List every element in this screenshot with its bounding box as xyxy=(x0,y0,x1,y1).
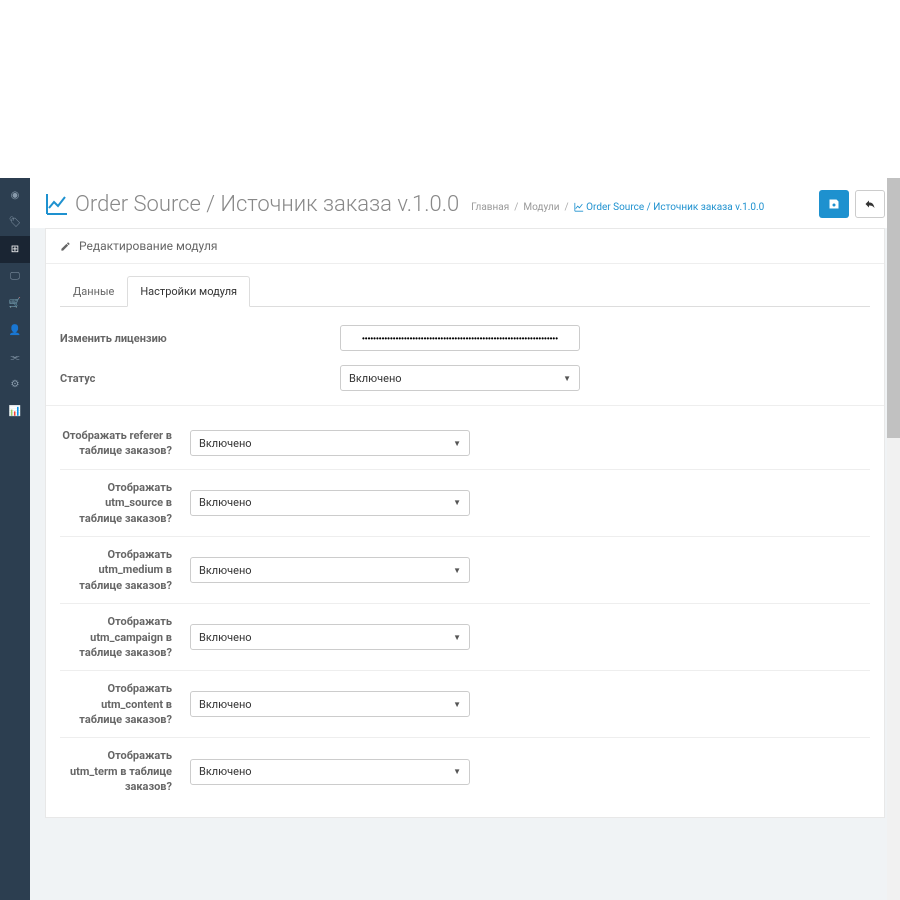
tab-settings[interactable]: Настройки модуля xyxy=(127,276,250,307)
monitor-icon: 🖵 xyxy=(10,271,20,282)
setting-label-5: Отображать utm_term в таблице заказов? xyxy=(60,748,190,794)
page-header: Order Source / Источник заказа v.1.0.0 Г… xyxy=(30,178,900,228)
gear-icon: ⚙ xyxy=(11,379,20,390)
breadcrumb-current[interactable]: Order Source / Источник заказа v.1.0.0 xyxy=(574,202,765,213)
sidebar-dashboard[interactable]: ◉ xyxy=(0,182,30,209)
sidebar-design[interactable]: 🖵 xyxy=(0,263,30,290)
cart-icon: 🛒 xyxy=(9,298,21,309)
save-icon xyxy=(828,198,840,210)
tag-icon: 🏷 xyxy=(9,217,22,228)
setting-select-0[interactable]: Включено ▼ xyxy=(190,430,470,456)
back-button[interactable] xyxy=(855,190,885,218)
setting-label-2: Отображать utm_medium в таблице заказов? xyxy=(60,547,190,593)
sidebar-system[interactable]: ⚙ xyxy=(0,371,30,398)
sidebar-marketing[interactable]: ⫘ xyxy=(0,344,30,371)
sidebar-sales[interactable]: 🛒 xyxy=(0,290,30,317)
reply-icon xyxy=(864,198,876,210)
chart-icon: 📊 xyxy=(9,406,21,417)
edit-panel: Редактирование модуля Данные Настройки м… xyxy=(45,228,885,818)
breadcrumb-home[interactable]: Главная xyxy=(471,202,509,213)
chevron-down-icon: ▼ xyxy=(453,767,461,776)
puzzle-icon: ⊞ xyxy=(11,244,19,255)
setting-label-3: Отображать utm_campaign в таблице заказо… xyxy=(60,614,190,660)
scrollbar[interactable] xyxy=(887,178,900,900)
setting-select-2[interactable]: Включено ▼ xyxy=(190,557,470,583)
page-title: Order Source / Источник заказа v.1.0.0 xyxy=(75,192,459,217)
license-input[interactable] xyxy=(340,325,580,351)
breadcrumb: Главная / Модули / Order Source / Источн… xyxy=(471,202,764,213)
setting-label-1: Отображать utm_source в таблице заказов? xyxy=(60,480,190,526)
chart-line-icon xyxy=(45,192,69,216)
user-icon: 👤 xyxy=(9,325,21,336)
setting-select-4[interactable]: Включено ▼ xyxy=(190,691,470,717)
status-select[interactable]: Включено ▼ xyxy=(340,365,580,391)
setting-label-4: Отображать utm_content в таблице заказов… xyxy=(60,681,190,727)
sidebar-customers[interactable]: 👤 xyxy=(0,317,30,344)
save-button[interactable] xyxy=(819,190,849,218)
status-label: Статус xyxy=(60,372,340,385)
sidebar: ◉ 🏷 ⊞ 🖵 🛒 👤 ⫘ ⚙ 📊 xyxy=(0,178,30,900)
chevron-down-icon: ▼ xyxy=(453,633,461,642)
chevron-down-icon: ▼ xyxy=(563,374,571,383)
chevron-down-icon: ▼ xyxy=(453,700,461,709)
chevron-down-icon: ▼ xyxy=(453,566,461,575)
setting-select-5[interactable]: Включено ▼ xyxy=(190,759,470,785)
chevron-down-icon: ▼ xyxy=(453,498,461,507)
main-content: Order Source / Источник заказа v.1.0.0 Г… xyxy=(30,178,900,900)
sidebar-reports[interactable]: 📊 xyxy=(0,398,30,425)
share-icon: ⫘ xyxy=(11,352,20,363)
breadcrumb-modules[interactable]: Модули xyxy=(523,202,559,213)
setting-select-3[interactable]: Включено ▼ xyxy=(190,624,470,650)
tab-data[interactable]: Данные xyxy=(60,276,127,307)
setting-label-0: Отображать referer в таблице заказов? xyxy=(60,428,190,459)
panel-heading: Редактирование модуля xyxy=(46,229,884,264)
chevron-down-icon: ▼ xyxy=(453,439,461,448)
pencil-icon xyxy=(60,241,71,252)
dashboard-icon: ◉ xyxy=(11,190,20,201)
sidebar-catalog[interactable]: 🏷 xyxy=(0,209,30,236)
tabs: Данные Настройки модуля xyxy=(60,276,870,307)
setting-select-1[interactable]: Включено ▼ xyxy=(190,490,470,516)
license-label: Изменить лицензию xyxy=(60,332,340,345)
sidebar-extensions[interactable]: ⊞ xyxy=(0,236,30,263)
scrollbar-thumb[interactable] xyxy=(887,178,900,438)
